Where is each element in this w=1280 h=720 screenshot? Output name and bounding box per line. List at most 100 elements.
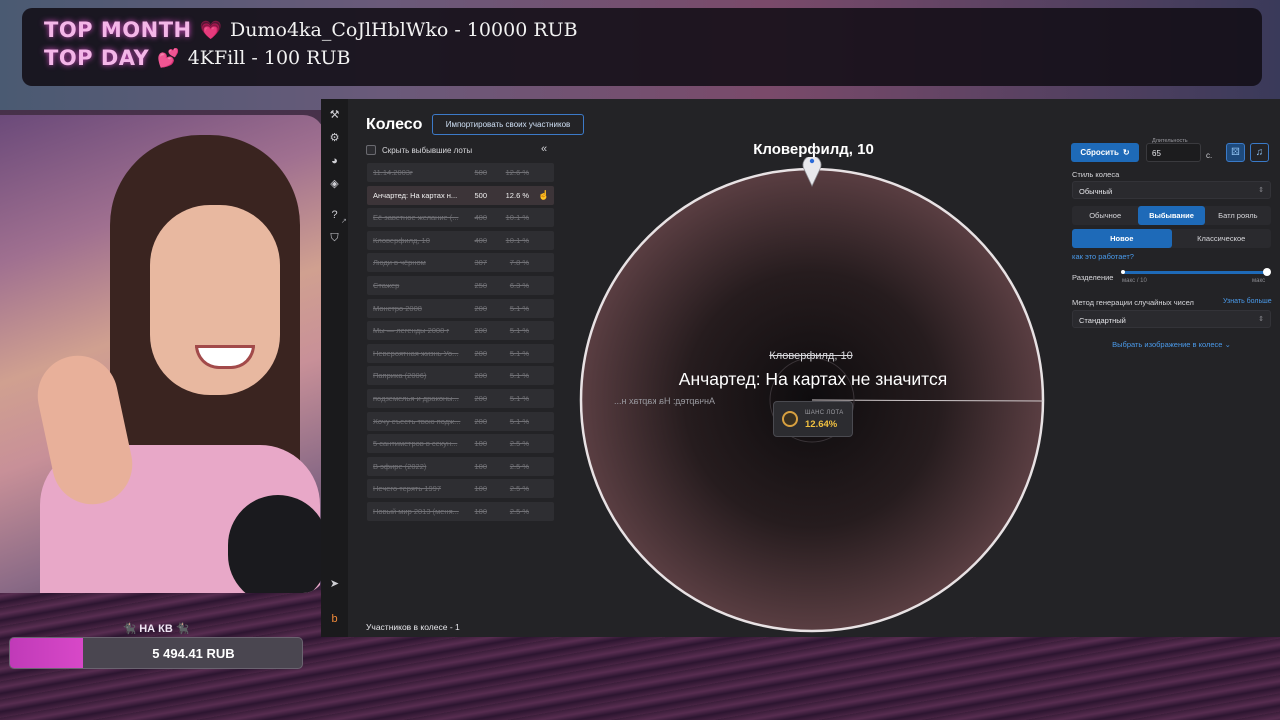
coin-icon <box>782 411 798 427</box>
lots-list: 11.14.2003г 500 12.6 % Анчартед: На картах … <box>367 163 554 525</box>
lot-row[interactable]: Стажер 250 6.3 % <box>367 275 554 295</box>
lot-percent: 6.3 % <box>509 280 529 290</box>
lot-row[interactable]: подземелья и драконы... 200 5.1 % <box>367 388 554 408</box>
lot-percent: 5.1 % <box>509 393 529 403</box>
external-link-icon: ↗ <box>341 218 347 225</box>
lot-name: Нечего терять 1997 <box>373 484 442 494</box>
wheel-style-select[interactable]: Обычный ⇕ <box>1072 181 1271 199</box>
split-slider[interactable] <box>1121 268 1271 276</box>
mode-tab-1[interactable]: Выбывание <box>1138 206 1205 225</box>
wheel-style-value: Обычный <box>1079 187 1113 196</box>
chevron-updown-icon: ⇕ <box>1258 187 1264 194</box>
split-slider-handle[interactable] <box>1263 268 1271 276</box>
chance-value: 12.64% <box>805 419 838 430</box>
lot-amount: 200 <box>474 371 487 381</box>
mode-tab-0[interactable]: Обычное <box>1072 206 1138 225</box>
rng-value: Стандартный <box>1079 316 1126 325</box>
lot-row[interactable]: Мы — легенды 2008 г 200 5.1 % <box>367 321 554 341</box>
lot-amount: 400 <box>474 235 487 245</box>
lot-amount: 200 <box>474 393 487 403</box>
variant-tabs: Новое Классическое <box>1072 229 1271 248</box>
lot-name: Мы — легенды 2008 г <box>373 326 450 336</box>
lot-row[interactable]: Кловерфилд, 10 400 10.1 % <box>367 230 554 250</box>
lot-row[interactable]: Нечего терять 1997 100 2.5 % <box>367 479 554 499</box>
lot-name: В эфире (2022) <box>373 461 427 471</box>
heart-icon: 💗 <box>199 19 223 40</box>
rng-label: Метод генерации случайных чисел <box>1072 298 1194 307</box>
lot-row[interactable]: Монстро 2008 200 5.1 % <box>367 298 554 318</box>
lot-name: Её заветное желание (... <box>373 213 459 223</box>
gear-icon[interactable]: ⚙ <box>327 131 342 146</box>
hide-dropped-toggle[interactable]: Скрыть выбывшие лоты <box>366 145 472 155</box>
duration-input[interactable]: 65 <box>1146 143 1201 162</box>
lot-amount: 200 <box>474 416 487 426</box>
rng-learn-more-link[interactable]: Узнать больше <box>1223 298 1272 305</box>
lot-amount: 500 <box>474 190 487 200</box>
choose-image-link[interactable]: Выбрать изображение в колесе ⌄ <box>1072 340 1271 349</box>
hide-dropped-checkbox[interactable] <box>366 145 376 155</box>
lot-amount: 100 <box>474 484 487 494</box>
current-winner: Анчартед: На картах не значится <box>678 369 948 389</box>
lot-row[interactable]: 5 сантиметров в секун... 100 2.5 % <box>367 434 554 454</box>
reset-button[interactable]: Сбросить ↻ <box>1071 143 1139 162</box>
lot-row[interactable]: Невероятная жизнь Уо... 200 5.1 % <box>367 343 554 363</box>
lot-row[interactable]: Её заветное желание (... 400 10.1 % <box>367 208 554 228</box>
hammer-icon[interactable]: ⚒ <box>327 108 342 123</box>
split-label: Разделение <box>1072 273 1114 282</box>
chevron-updown-icon: ⇕ <box>1258 316 1264 323</box>
boosty-icon[interactable]: b <box>327 612 342 627</box>
lot-name: Люди в чёрном <box>373 258 426 268</box>
top-day-value: 4KFill - 100 RUB <box>187 47 351 69</box>
lot-percent: 5.1 % <box>509 326 529 336</box>
hand-pointer-icon[interactable]: ☝ <box>538 190 549 201</box>
refresh-icon: ↻ <box>1122 148 1130 157</box>
telegram-icon[interactable]: ➤ <box>327 577 342 592</box>
goal-value: 5 494.41 RUB <box>152 645 235 661</box>
lot-amount: 100 <box>474 506 487 516</box>
lot-name: 5 сантиметров в секун... <box>373 439 458 449</box>
lot-name: Кловерфилд, 10 <box>373 235 430 245</box>
lot-row[interactable]: Анчартед: На картах н... 500 12.6 % ☝ <box>367 185 554 205</box>
lot-row[interactable]: Люди в чёрном 307 7.8 % <box>367 253 554 273</box>
import-participants-button[interactable]: Импортировать своих участников <box>432 114 584 135</box>
lot-amount: 100 <box>474 461 487 471</box>
variant-tab-0[interactable]: Новое <box>1072 229 1172 248</box>
wheel-pointer-label: Кловерфилд, 10 <box>753 141 874 158</box>
webcam-microphone <box>228 495 325 593</box>
lot-amount: 100 <box>474 439 487 449</box>
how-it-works-link[interactable]: как это работает? <box>1072 252 1134 261</box>
lot-percent: 10.1 % <box>505 213 529 223</box>
lot-name: Паприка (2006) <box>373 371 427 381</box>
dice-icon[interactable]: ⚄ <box>1226 143 1245 162</box>
double-chevron-left-icon[interactable]: « <box>541 143 547 155</box>
lot-percent: 5.1 % <box>509 371 529 381</box>
help-icon[interactable]: ? <box>327 208 342 223</box>
lot-row[interactable]: Новый мир 2013 (меня... 100 2.5 % <box>367 501 554 521</box>
layers-icon[interactable]: ◈ <box>327 177 342 192</box>
previous-winner: Кловерфилд, 10 <box>769 350 853 362</box>
top-month-value: Dumo4ka_CoJlHblWko - 10000 RUB <box>230 19 578 41</box>
donation-banner: TOP MONTH 💗 Dumo4ka_CoJlHblWko - 10000 R… <box>22 8 1262 86</box>
two-hearts-icon: 💕 <box>157 47 180 68</box>
variant-tab-1[interactable]: Классическое <box>1172 229 1272 248</box>
lot-percent: 7.8 % <box>509 258 529 268</box>
shield-icon[interactable]: ⛉ <box>327 231 342 246</box>
music-icon[interactable]: ♫ <box>1250 143 1269 162</box>
lot-amount: 307 <box>474 258 487 268</box>
app-sidebar: ⚒ ⚙ ◕ ◈ ? ↗ ⛉ ➤ b <box>321 99 348 637</box>
rng-select[interactable]: Стандартный ⇕ <box>1072 310 1271 328</box>
lot-row[interactable]: Хочу съесть твою подж... 200 5.1 % <box>367 411 554 431</box>
lot-amount: 400 <box>474 213 487 223</box>
lot-row[interactable]: 11.14.2003г 500 12.6 % <box>367 163 554 182</box>
mode-tab-2[interactable]: Батл рояль <box>1205 206 1271 225</box>
chance-caption: ШАНС ЛОТА <box>805 410 844 416</box>
lot-name: Анчартед: На картах н... <box>373 190 458 200</box>
lot-percent: 12.6 % <box>505 168 529 177</box>
lot-percent: 2.5 % <box>509 506 529 516</box>
wheel-icon[interactable]: ◕ <box>327 154 342 169</box>
lot-row[interactable]: Паприка (2006) 200 5.1 % <box>367 366 554 386</box>
goal-progress-fill <box>10 638 83 668</box>
participants-count: Участников в колесе - 1 <box>366 622 460 632</box>
lot-row[interactable]: В эфире (2022) 100 2.5 % <box>367 456 554 476</box>
wheel-app-window: ⚒ ⚙ ◕ ◈ ? ↗ ⛉ ➤ b Колесо Импортировать с… <box>321 99 1280 637</box>
